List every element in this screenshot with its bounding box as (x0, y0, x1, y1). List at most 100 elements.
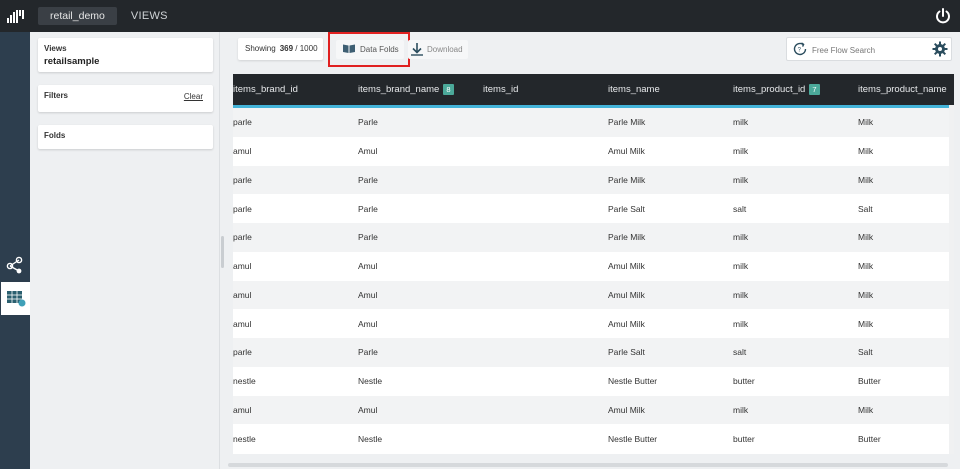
table-cell[interactable]: Parle (358, 232, 483, 242)
tab-views[interactable]: VIEWS (131, 10, 168, 22)
table-cell[interactable]: Milk (858, 319, 954, 329)
table-cell[interactable]: milk (733, 319, 858, 329)
vertical-scrollbar[interactable] (949, 105, 954, 454)
table-cell[interactable]: amul (233, 146, 358, 156)
panel-resize-handle[interactable] (221, 236, 224, 268)
table-cell[interactable]: Parle Milk (608, 232, 733, 242)
share-nodes-icon[interactable] (6, 256, 24, 274)
table-cell[interactable]: Parle (358, 204, 483, 214)
bar-logo-icon[interactable] (0, 0, 34, 32)
table-cell[interactable]: Amul (358, 146, 483, 156)
table-row[interactable]: amul Amul Amul Milk milk Milk (233, 309, 949, 338)
filters-label: Filters (44, 91, 69, 100)
table-cell[interactable]: Butter (858, 434, 954, 444)
column-header[interactable]: items_product_name (858, 74, 954, 105)
table-cell[interactable]: milk (733, 117, 858, 127)
table-row[interactable]: parle Parle Parle Milk milk Milk (233, 223, 949, 252)
table-cell[interactable]: salt (733, 347, 858, 357)
table-cell[interactable]: Amul (358, 319, 483, 329)
table-cell[interactable]: Parle Salt (608, 204, 733, 214)
table-cell[interactable]: Salt (858, 204, 954, 214)
table-cell[interactable]: Milk (858, 290, 954, 300)
table-cell[interactable]: Milk (858, 232, 954, 242)
table-cell[interactable]: parle (233, 175, 358, 185)
table-row[interactable]: amul Amul Amul Milk milk Milk (233, 280, 949, 310)
table-row[interactable]: parle Parle Parle Milk milk Milk (233, 165, 949, 195)
table-cell[interactable]: parle (233, 117, 358, 127)
table-row[interactable]: parle Parle Parle Milk milk Milk (233, 108, 949, 137)
column-header[interactable]: items_product_id 7 (733, 74, 858, 105)
table-cell[interactable]: salt (733, 204, 858, 214)
table-cell[interactable]: Amul Milk (608, 261, 733, 271)
table-row[interactable]: amul Amul Amul Milk milk Milk (233, 136, 949, 166)
table-row[interactable]: parle Parle Parle Salt salt Salt (233, 338, 949, 367)
table-cell[interactable]: parle (233, 347, 358, 357)
table-cell[interactable]: nestle (233, 434, 358, 444)
table-cell[interactable]: Parle (358, 175, 483, 185)
column-count-badge: 7 (809, 84, 820, 95)
data-folds-button[interactable]: Data Folds (336, 40, 404, 59)
table-cell[interactable]: Butter (858, 376, 954, 386)
views-value[interactable]: retailsample (44, 56, 99, 67)
table-cell[interactable]: Amul Milk (608, 319, 733, 329)
table-cell[interactable]: milk (733, 175, 858, 185)
table-cell[interactable]: butter (733, 376, 858, 386)
table-row[interactable]: amul Amul Amul Milk milk Milk (233, 395, 949, 425)
table-row[interactable]: nestle Nestle Nestle Butter butter Butter (233, 424, 949, 453)
clear-filters-link[interactable]: Clear (184, 92, 203, 101)
views-card[interactable]: Views retailsample (38, 38, 213, 72)
table-cell[interactable]: nestle (233, 376, 358, 386)
table-row[interactable]: amul Amul Amul Milk milk Milk (233, 251, 949, 281)
table-cell[interactable]: parle (233, 204, 358, 214)
table-cell[interactable]: milk (733, 261, 858, 271)
table-cell[interactable]: amul (233, 290, 358, 300)
column-header-label: items_product_id (733, 84, 806, 95)
table-cell[interactable]: Milk (858, 117, 954, 127)
table-cell[interactable]: milk (733, 290, 858, 300)
table-cell[interactable]: Nestle Butter (608, 434, 733, 444)
table-row[interactable]: parle Parle Parle Salt salt Salt (233, 194, 949, 223)
table-cell[interactable]: Parle Milk (608, 117, 733, 127)
table-cell[interactable]: Milk (858, 261, 954, 271)
table-view-tab[interactable] (1, 282, 30, 315)
column-header[interactable]: items_name (608, 74, 733, 105)
table-cell[interactable]: milk (733, 146, 858, 156)
table-cell[interactable]: Amul Milk (608, 146, 733, 156)
table-cell[interactable]: Parle Salt (608, 347, 733, 357)
table-row[interactable]: nestle Nestle Nestle Butter butter Butter (233, 366, 949, 396)
table-cell[interactable]: parle (233, 232, 358, 242)
column-header-label: items_id (483, 84, 519, 95)
search-input[interactable] (812, 42, 912, 58)
horizontal-scrollbar[interactable] (228, 463, 948, 467)
table-cell[interactable]: butter (733, 434, 858, 444)
table-cell[interactable]: Amul (358, 261, 483, 271)
table-cell[interactable]: Amul Milk (608, 405, 733, 415)
table-cell[interactable]: Amul (358, 290, 483, 300)
table-cell[interactable]: Parle (358, 347, 483, 357)
table-cell[interactable]: Nestle (358, 376, 483, 386)
table-cell[interactable]: milk (733, 232, 858, 242)
download-button[interactable]: Download (408, 40, 468, 59)
table-cell[interactable]: amul (233, 261, 358, 271)
tab-retail-demo[interactable]: retail_demo (38, 7, 117, 25)
column-header[interactable]: items_brand_name 8 (358, 74, 483, 105)
table-cell[interactable]: amul (233, 405, 358, 415)
gear-icon[interactable] (932, 41, 948, 62)
table-cell[interactable]: Amul Milk (608, 290, 733, 300)
column-header[interactable]: items_brand_id (233, 74, 358, 105)
table-cell[interactable]: Parle (358, 117, 483, 127)
column-header-label: items_brand_name (358, 84, 440, 95)
table-cell[interactable]: Parle Milk (608, 175, 733, 185)
column-header[interactable]: items_id (483, 74, 608, 105)
table-cell[interactable]: Salt (858, 347, 954, 357)
table-cell[interactable]: Nestle (358, 434, 483, 444)
table-cell[interactable]: Milk (858, 175, 954, 185)
table-cell[interactable]: milk (733, 405, 858, 415)
table-cell[interactable]: Amul (358, 405, 483, 415)
table-cell[interactable]: Nestle Butter (608, 376, 733, 386)
table-cell[interactable]: Milk (858, 405, 954, 415)
table-cell[interactable]: Milk (858, 146, 954, 156)
power-icon[interactable] (934, 7, 952, 25)
table-cell[interactable]: amul (233, 319, 358, 329)
refresh-search-icon[interactable]: ? (792, 41, 808, 62)
